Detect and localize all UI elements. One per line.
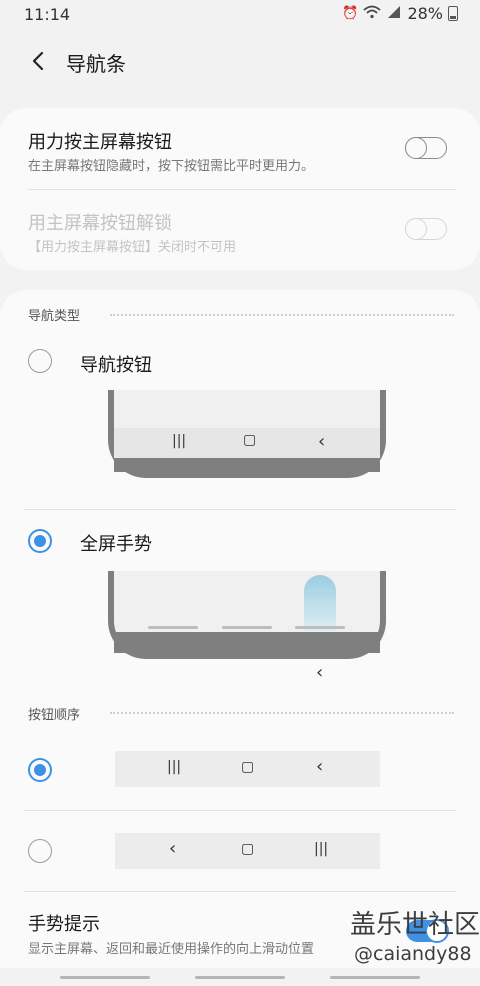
home-icon: ▢ [241,759,255,775]
section-label-button-order: 按钮顺序 [28,708,81,723]
radio-navigation-buttons[interactable] [28,349,52,373]
setting-subtitle: 【用力按主屏幕按钮】关闭时不可用 [28,240,237,255]
setting-title: 用主屏幕按钮解锁 [28,213,172,234]
alarm-icon: ⏰ [342,6,359,21]
battery-icon [448,6,458,21]
gesture-handle [195,976,285,979]
setting-title: 手势提示 [28,914,100,935]
divider [28,189,456,190]
order-preview[interactable]: ‹ ▢ ||| [115,833,380,869]
gesture-line [222,626,272,629]
settings-card: 用力按主屏幕按钮 在主屏幕按钮隐藏时，按下按钮需比平时更用力。 用主屏幕按钮解锁… [0,108,480,270]
preview-fullscreen-gestures[interactable] [108,571,386,659]
setting-subtitle: 显示主屏幕、返回和最近使用操作的向上滑动位置 [28,942,315,957]
preview-bezel [114,632,380,653]
preview-navigation-buttons[interactable]: ||| ▢ ‹ [108,390,386,478]
radio-order-1[interactable] [28,758,52,782]
swipe-hint-indicator [304,575,336,631]
divider [24,509,456,510]
back-button[interactable] [28,50,48,72]
status-time: 11:14 [24,5,71,24]
status-icons: ⏰ 28% [342,4,458,23]
option-label: 导航按钮 [80,355,152,376]
back-icon: ‹ [316,756,324,777]
gesture-handle [60,976,150,979]
status-bar: 11:14 ⏰ 28% [0,0,480,30]
home-icon: ▢ [241,841,255,857]
home-icon: ▢ [243,432,257,448]
unlock-toggle [405,217,447,240]
section-divider [110,712,454,714]
gesture-line [295,626,345,629]
toggle-knob [405,136,427,159]
option-label: 全屏手势 [80,534,152,555]
gesture-handle [330,976,420,979]
recents-icon: ||| [172,433,187,449]
radio-fullscreen-gestures[interactable] [28,529,52,553]
back-icon: ‹ [169,838,177,859]
preview-navbar: ||| ▢ ‹ [114,428,380,458]
watermark-text: 盖乐世社区 [350,910,480,940]
divider [24,891,456,892]
preview-bezel [114,458,380,472]
section-divider [110,314,454,316]
setting-title: 用力按主屏幕按钮 [28,132,172,153]
force-press-toggle[interactable] [405,136,447,159]
wifi-icon [363,5,382,23]
back-icon: ‹ [316,662,324,683]
watermark-handle: @caiandy88 [354,943,472,965]
recents-icon: ||| [314,841,329,857]
gesture-line [148,626,198,629]
app-header: 导航条 [0,36,480,88]
toggle-knob [405,217,427,240]
back-icon: ‹ [318,431,326,452]
section-label-navigation-type: 导航类型 [28,309,81,324]
radio-order-2[interactable] [28,839,52,863]
page-title: 导航条 [66,52,126,76]
divider [24,810,456,811]
recents-icon: ||| [167,759,182,775]
battery-percent: 28% [407,4,443,23]
chevron-left-icon [32,51,44,71]
navigation-card: 导航类型 导航按钮 ||| ▢ ‹ 全屏手势 ‹ 按钮顺序 ||| ▢ ‹ ‹ … [0,290,480,986]
setting-subtitle: 在主屏幕按钮隐藏时，按下按钮需比平时更用力。 [28,159,315,174]
order-preview[interactable]: ||| ▢ ‹ [115,751,380,787]
gesture-handle-bar [0,968,480,986]
signal-4g-icon [386,5,402,23]
